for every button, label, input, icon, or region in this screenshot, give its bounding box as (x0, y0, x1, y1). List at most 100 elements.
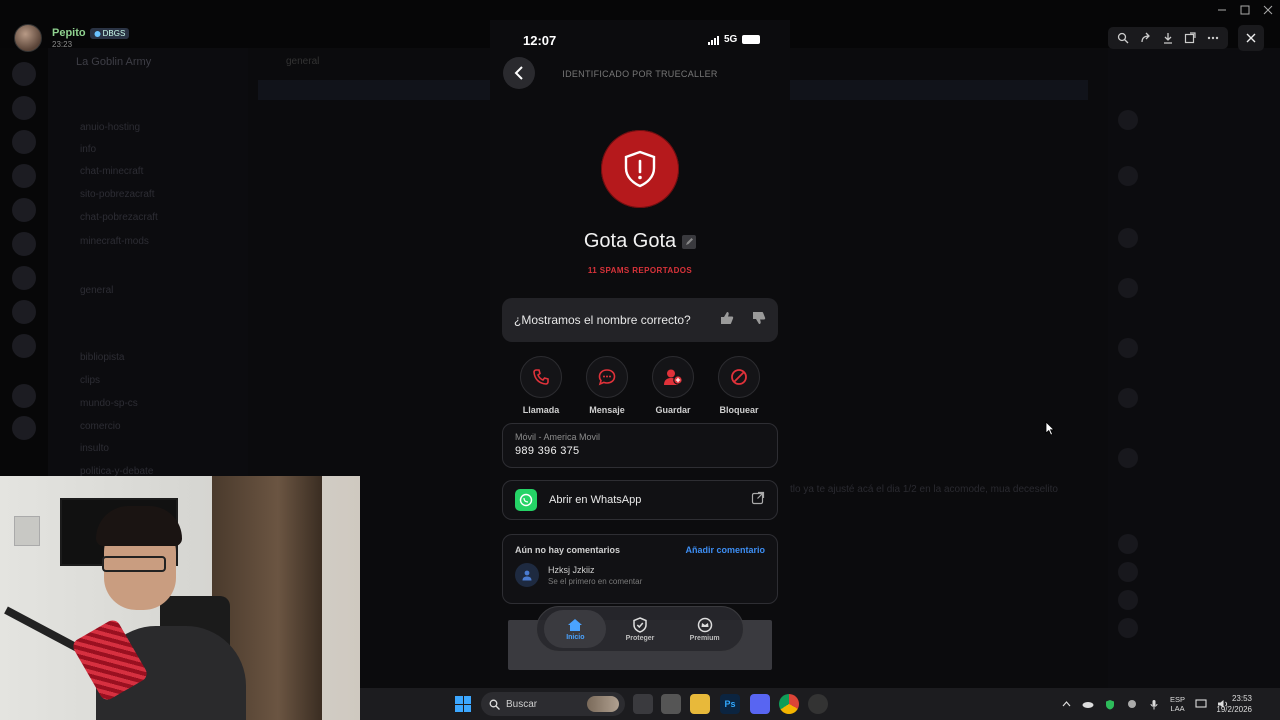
channel-item[interactable]: sito-pobrezacraft (80, 189, 154, 200)
forward-icon[interactable] (1138, 30, 1154, 46)
chat-message: tlo ya te ajusté acá el dia 1/2 en la ac… (790, 484, 1058, 495)
call-action[interactable]: Llamada (512, 356, 570, 415)
channel-item[interactable]: general (80, 285, 113, 296)
nav-proteger[interactable]: Proteger (609, 610, 671, 648)
system-clock[interactable]: 23:53 19/2/2026 (1212, 693, 1252, 715)
status-time: 12:07 (523, 33, 557, 48)
server-icon[interactable] (12, 334, 36, 358)
mouse-cursor-icon (1045, 421, 1055, 441)
channel-item[interactable]: mundo-sp-cs (80, 398, 138, 409)
name-feedback-card: ¿Mostramos el nombre correcto? (502, 298, 778, 342)
more-icon[interactable] (1205, 30, 1221, 46)
download-icon[interactable] (1160, 30, 1176, 46)
screen: La Goblin Army anuio-hosting info chat-m… (0, 0, 1280, 720)
member-avatar[interactable] (1118, 534, 1138, 554)
open-whatsapp-button[interactable]: Abrir en WhatsApp (502, 480, 778, 520)
channel-item[interactable]: chat-minecraft (80, 166, 143, 177)
message-icon (598, 369, 616, 386)
app-icon[interactable] (808, 694, 828, 714)
edit-icon[interactable] (682, 234, 697, 249)
nav-premium-label: Premium (689, 634, 720, 642)
maximize-icon[interactable] (1239, 4, 1251, 16)
server-icon[interactable] (12, 300, 36, 324)
channel-item[interactable]: minecraft-mods (80, 236, 149, 247)
battery-icon (742, 35, 761, 44)
channel-item[interactable]: insulto (80, 443, 109, 454)
message-action[interactable]: Mensaje (578, 356, 636, 415)
member-avatar[interactable] (1118, 590, 1138, 610)
server-icon[interactable] (12, 384, 36, 408)
thumbs-down-icon[interactable] (752, 311, 766, 330)
name-question-text: ¿Mostramos el nombre correcto? (514, 313, 691, 327)
channel-item[interactable]: clips (80, 375, 100, 386)
member-avatar[interactable] (1118, 110, 1138, 130)
member-avatar[interactable] (1118, 388, 1138, 408)
phone-number-card[interactable]: Móvil - America Movil 989 396 375 (502, 423, 778, 468)
comments-card: Aún no hay comentarios Añadir comentario… (502, 534, 778, 604)
network-type: 5G (724, 34, 738, 45)
avatar[interactable] (14, 24, 42, 52)
app-tray-icon[interactable] (1126, 698, 1138, 710)
chat-header: general (286, 56, 320, 67)
server-icon[interactable] (12, 96, 36, 120)
member-avatar[interactable] (1118, 338, 1138, 358)
onedrive-icon[interactable] (1082, 698, 1094, 710)
app-icon[interactable] (661, 694, 681, 714)
open-external-icon[interactable] (1182, 30, 1198, 46)
channel-item[interactable]: bibliopista (80, 352, 124, 363)
member-avatar[interactable] (1118, 278, 1138, 298)
caller-name: Gota Gota (583, 230, 677, 252)
input-language[interactable]: ESP LAA (1170, 695, 1185, 713)
member-avatar[interactable] (1118, 228, 1138, 248)
whatsapp-label: Abrir en WhatsApp (549, 494, 642, 506)
member-avatar[interactable] (1118, 618, 1138, 638)
wall-frame (14, 516, 40, 546)
channel-item[interactable]: chat-pobrezacraft (80, 212, 158, 223)
server-icon[interactable] (12, 130, 36, 154)
file-explorer-icon[interactable] (690, 694, 710, 714)
discord-icon[interactable] (750, 694, 770, 714)
premium-icon (697, 617, 712, 632)
minimize-icon[interactable] (1216, 4, 1228, 16)
channel-item[interactable]: anuio-hosting (80, 122, 140, 133)
spam-shield-badge (601, 130, 679, 208)
server-icon[interactable] (12, 416, 36, 440)
server-icon[interactable] (12, 232, 36, 256)
network-icon[interactable] (1195, 698, 1207, 710)
thumbs-up-icon[interactable] (720, 311, 734, 330)
server-icon[interactable] (12, 164, 36, 188)
guild-name[interactable]: La Goblin Army (76, 56, 151, 68)
zoom-icon[interactable] (1115, 30, 1131, 46)
channel-item[interactable]: comercio (80, 421, 121, 432)
nav-premium[interactable]: Premium (674, 610, 736, 648)
save-action[interactable]: Guardar (644, 356, 702, 415)
member-list (1108, 48, 1280, 688)
window-close-icon[interactable] (1262, 4, 1274, 16)
taskbar-search[interactable]: Buscar (481, 692, 625, 716)
windows-start-icon[interactable] (455, 696, 471, 712)
task-view-icon[interactable] (633, 694, 653, 714)
add-contact-icon (664, 369, 683, 385)
server-icon[interactable] (12, 62, 36, 86)
security-icon[interactable] (1104, 698, 1116, 710)
chevron-up-icon[interactable] (1060, 698, 1072, 710)
member-avatar[interactable] (1118, 166, 1138, 186)
channel-item[interactable]: info (80, 144, 96, 155)
add-comment-link[interactable]: Añadir comentario (685, 545, 765, 555)
nav-inicio[interactable]: Inicio (544, 610, 607, 648)
poster-name[interactable]: Pepito (52, 27, 86, 39)
block-action[interactable]: Bloquear (710, 356, 768, 415)
shield-check-icon (633, 616, 647, 633)
server-icon[interactable] (12, 266, 36, 290)
chrome-icon[interactable] (779, 694, 799, 714)
comment-prompt[interactable]: Hzksj Jzkiiz Se el primero en comentar (515, 563, 765, 587)
user-icon (515, 563, 539, 587)
droplet-icon (94, 30, 101, 37)
photoshop-icon[interactable]: Ps (720, 694, 740, 714)
member-avatar[interactable] (1118, 562, 1138, 582)
block-label: Bloquear (719, 405, 759, 415)
microphone-icon[interactable] (1148, 698, 1160, 710)
member-avatar[interactable] (1118, 448, 1138, 468)
server-icon[interactable] (12, 198, 36, 222)
close-viewer-button[interactable] (1238, 25, 1264, 51)
